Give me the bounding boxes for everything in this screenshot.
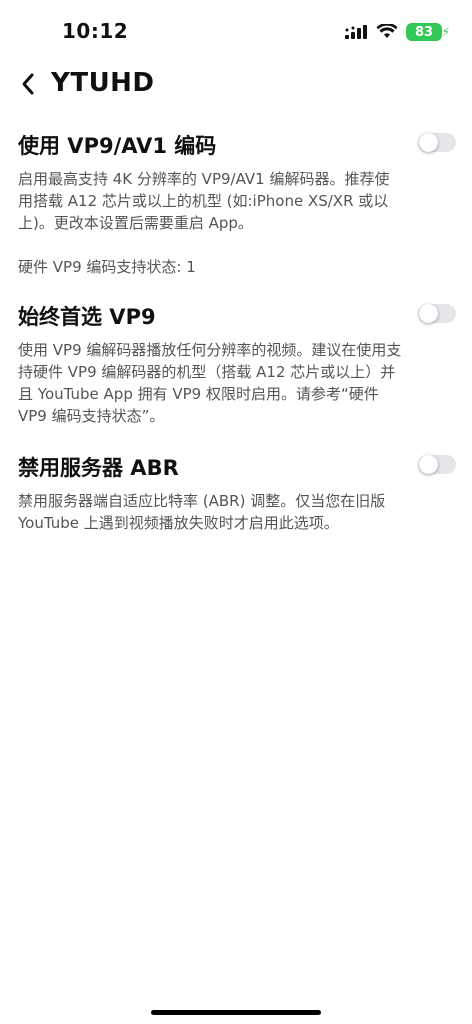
battery-level: 83	[414, 24, 434, 40]
back-button[interactable]	[12, 68, 44, 100]
setting-header: 使用 VP9/AV1 编码	[18, 130, 458, 160]
setting-title: 使用 VP9/AV1 编码	[18, 134, 217, 158]
setting-description: 启用最高支持 4K 分辨率的 VP9/AV1 编解码器。推荐使用搭载 A12 芯…	[18, 170, 390, 232]
hardware-vp9-status: 硬件 VP9 编码支持状态: 1	[18, 258, 196, 276]
setting-header: 禁用服务器 ABR	[18, 452, 458, 482]
setting-title: 禁用服务器 ABR	[18, 456, 179, 480]
use-vp9-av1-toggle[interactable]	[418, 133, 456, 152]
toggle-knob	[419, 304, 438, 323]
home-indicator[interactable]	[151, 1010, 321, 1015]
chevron-left-icon	[22, 73, 34, 95]
setting-header: 始终首选 VP9	[18, 301, 458, 331]
navigation-bar: YTUHD	[0, 60, 472, 108]
cellular-signal-icon	[344, 24, 368, 40]
disable-server-abr-toggle[interactable]	[418, 455, 456, 474]
setting-description: 禁用服务器端自适应比特率 (ABR) 调整。仅当您在旧版 YouTube 上遇到…	[18, 492, 386, 532]
wifi-icon	[376, 24, 398, 40]
status-time: 10:12	[62, 19, 129, 43]
battery-icon: 83 ⚡	[406, 23, 450, 41]
setting-always-prefer-vp9: 始终首选 VP9 使用 VP9 编解码器播放任何分辨率的视频。建议在使用支持硬件…	[18, 301, 458, 427]
settings-screen: 10:12 83 ⚡ YTUHD 使用 VP9/AV1 编码 启用最高支持 4K…	[0, 0, 472, 1024]
charging-bolt-icon: ⚡	[441, 25, 450, 39]
toggle-knob	[419, 133, 438, 152]
setting-title: 始终首选 VP9	[18, 305, 156, 329]
setting-use-vp9-av1: 使用 VP9/AV1 编码 启用最高支持 4K 分辨率的 VP9/AV1 编解码…	[18, 130, 458, 278]
always-prefer-vp9-toggle[interactable]	[418, 304, 456, 323]
setting-description: 使用 VP9 编解码器播放任何分辨率的视频。建议在使用支持硬件 VP9 编解码器…	[18, 341, 402, 425]
setting-disable-server-abr: 禁用服务器 ABR 禁用服务器端自适应比特率 (ABR) 调整。仅当您在旧版 Y…	[18, 452, 458, 534]
status-bar: 10:12 83 ⚡	[0, 0, 472, 60]
toggle-knob	[419, 455, 438, 474]
page-title: YTUHD	[51, 68, 155, 98]
status-icons: 83 ⚡	[344, 20, 450, 44]
